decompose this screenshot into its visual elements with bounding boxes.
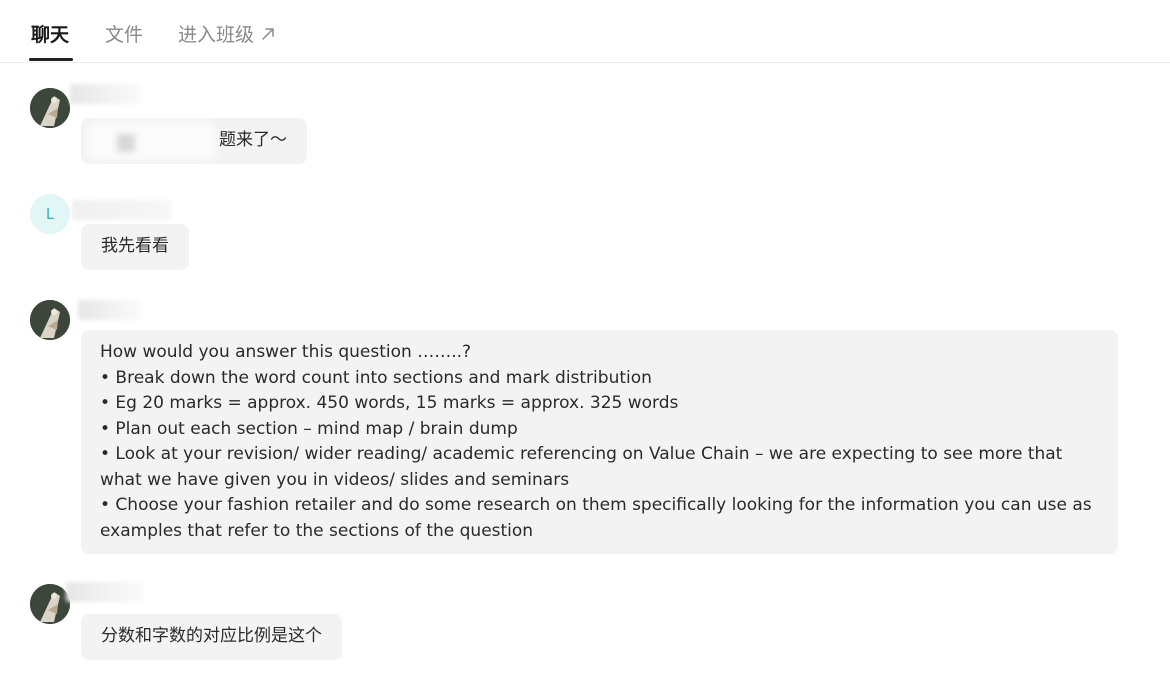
tab-enter-class-label: 进入班级 [178,24,255,46]
avatar[interactable]: L [30,194,70,234]
message-text: 分数和字数的对应比例是这个 [101,626,322,646]
message-bubble[interactable]: How would you answer this question ……..?… [81,330,1118,554]
redacted-image [87,122,217,160]
sender-name-redacted [70,84,140,104]
tab-enter-class[interactable]: 进入班级 [178,20,276,47]
avatar[interactable] [30,584,70,624]
message-bubble[interactable]: 我先看看 [81,224,189,270]
sender-name-redacted [66,582,142,602]
tab-chat[interactable]: 聊天 [31,20,69,47]
message-bubble[interactable]: 分数和字数的对应比例是这个 [81,614,342,660]
arrow-up-right-icon [260,25,276,47]
tab-files[interactable]: 文件 [105,20,143,47]
active-tab-indicator [29,58,73,61]
message-text: 题来了～ [219,130,287,150]
message-text: 我先看看 [101,236,169,256]
message-text: How would you answer this question ……..?… [100,342,1092,541]
tab-bar: 聊天 文件 进入班级 [0,0,1170,63]
sender-name-redacted [72,200,172,220]
message-bubble[interactable]: 题来了～ [81,118,307,164]
avatar[interactable] [30,88,70,128]
sender-name-redacted [78,300,140,320]
avatar[interactable] [30,300,70,340]
redacted-block [117,134,135,152]
